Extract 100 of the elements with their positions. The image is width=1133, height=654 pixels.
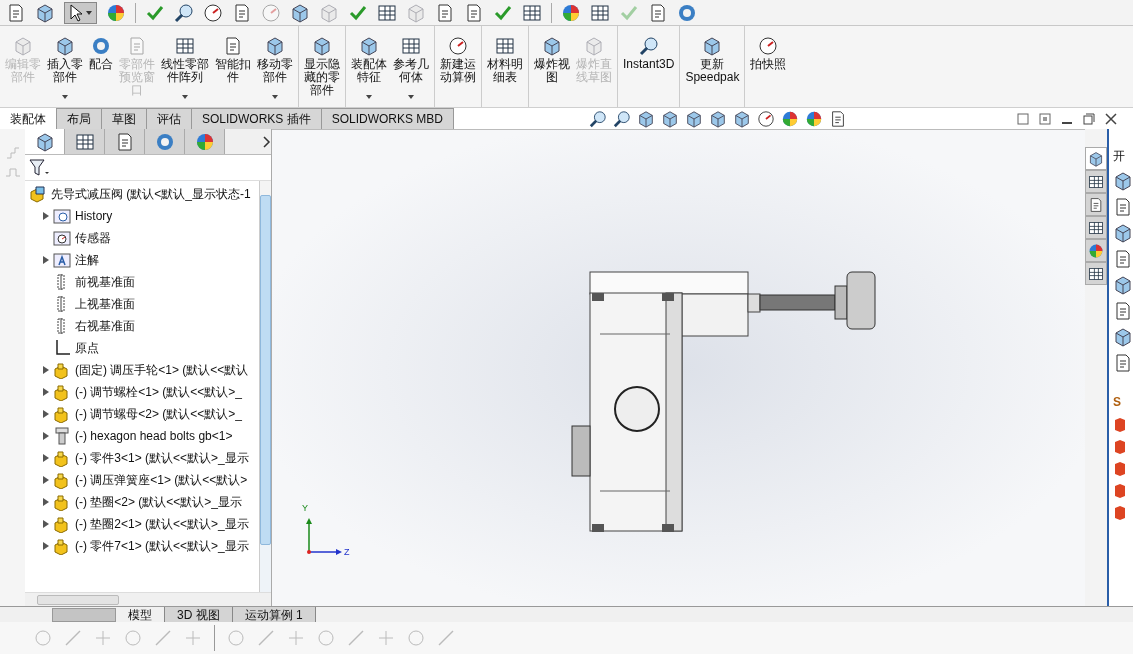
color-ball-icon[interactable] [106,2,126,23]
cube-icon[interactable] [637,109,655,128]
filter-icon[interactable] [29,158,49,177]
expand-arrow-icon[interactable] [43,388,49,396]
close-icon[interactable] [1105,112,1117,125]
tab-navigation-buttons[interactable] [52,607,116,622]
document-icon[interactable] [1113,353,1133,373]
command-button[interactable]: 装配体 特征 [348,26,390,107]
cube-icon[interactable] [290,2,310,23]
bottom-tab[interactable]: 运动算例 1 [232,607,316,622]
tree-item[interactable]: 注解 [75,251,99,269]
expand-arrow-icon[interactable] [43,432,49,440]
command-button[interactable]: 拍快照 [747,26,790,107]
command-button[interactable]: 线性零部 件阵列 [158,26,212,107]
document-icon[interactable] [1113,249,1133,269]
expand-arrow-icon[interactable] [43,410,49,418]
magnifier-icon[interactable] [589,109,607,128]
document-icon[interactable] [6,2,26,23]
cube-icon[interactable] [733,109,751,128]
expand-arrow-icon[interactable] [43,366,49,374]
restore-icon[interactable] [1017,112,1029,125]
ribbon-tab[interactable]: SOLIDWORKS 插件 [192,108,322,129]
document-icon[interactable] [1113,197,1133,217]
tree-item[interactable]: (-) 垫圈2<1> (默认<<默认>_显示 [75,515,249,533]
tree-item[interactable]: (-) hexagon head bolts gb<1> [75,427,233,445]
table-icon[interactable] [377,2,397,23]
panel-tab[interactable] [145,129,185,154]
tree-item[interactable]: (-) 零件3<1> (默认<<默认>_显示 [75,449,249,467]
horizontal-scrollbar[interactable] [25,592,271,606]
command-button[interactable]: 爆炸视 图 [531,26,573,107]
document-icon[interactable] [232,2,252,23]
tile-icon[interactable] [1039,112,1051,125]
cube-icon[interactable] [685,109,703,128]
vertical-scrollbar[interactable] [259,181,271,592]
tree-root-label[interactable]: 先导式减压阀 (默认<默认_显示状态-1 [51,185,251,203]
cube-icon[interactable] [1113,275,1133,295]
chevron-right-icon[interactable] [263,135,271,148]
cube-icon[interactable] [661,109,679,128]
panel-tab[interactable] [25,129,65,154]
tree-item[interactable]: 上视基准面 [75,295,135,313]
command-button[interactable]: 配合 [86,26,116,107]
command-button[interactable]: 显示隐 藏的零 部件 [301,26,343,107]
expand-arrow-icon[interactable] [43,454,49,462]
panel-tab[interactable] [65,129,105,154]
document-icon[interactable] [1113,301,1133,321]
document-icon[interactable] [435,2,455,23]
expand-arrow-icon[interactable] [43,212,49,220]
tree-item[interactable]: (固定) 调压手轮<1> (默认<<默认 [75,361,249,379]
tree-item[interactable]: 传感器 [75,229,111,247]
ring-icon[interactable] [677,2,697,23]
graphics-viewport[interactable]: Y Z [272,129,1085,606]
color-ball-icon[interactable] [805,109,823,128]
expand-arrow-icon[interactable] [43,256,49,264]
task-pane-tab[interactable] [1085,193,1107,216]
ribbon-tab[interactable]: 布局 [57,108,102,129]
expand-arrow-icon[interactable] [43,520,49,528]
tree-item[interactable]: 原点 [75,339,99,357]
maximize-icon[interactable] [1083,112,1095,125]
tree-item[interactable]: (-) 调压弹簧座<1> (默认<<默认> [75,471,248,489]
expand-arrow-icon[interactable] [43,498,49,506]
tree-item[interactable]: (-) 调节螺栓<1> (默认<<默认>_ [75,383,243,401]
cube-icon[interactable] [709,109,727,128]
command-button[interactable]: 插入零 部件 [44,26,86,107]
tree-item[interactable]: (-) 垫圈<2> (默认<<默认>_显示 [75,493,243,511]
gauge-icon[interactable] [203,2,223,23]
task-pane-tab[interactable] [1085,262,1107,285]
tree-item[interactable]: History [75,207,113,225]
cube-icon[interactable] [1113,223,1133,243]
panel-tab[interactable] [105,129,145,154]
task-pane-tab[interactable] [1085,216,1107,239]
gauge-icon[interactable] [757,109,775,128]
command-button[interactable]: 参考几 何体 [390,26,432,107]
command-button[interactable]: 新建运 动算例 [437,26,479,107]
document-icon[interactable] [829,109,847,128]
tree-item[interactable]: 前视基准面 [75,273,135,291]
cube-icon[interactable] [1113,327,1133,347]
ribbon-tab[interactable]: 草图 [102,108,147,129]
tree-item[interactable]: 右视基准面 [75,317,135,335]
expand-arrow-icon[interactable] [43,476,49,484]
color-ball-icon[interactable] [781,109,799,128]
command-button[interactable]: 移动零 部件 [254,26,296,107]
ribbon-tab[interactable]: SOLIDWORKS MBD [321,108,455,129]
cube-icon[interactable] [1113,171,1133,191]
command-button[interactable]: 材料明 细表 [484,26,526,107]
document-icon[interactable] [648,2,668,23]
cube-icon[interactable] [35,2,55,23]
magnifier-icon[interactable] [613,109,631,128]
task-pane-tab[interactable] [1085,170,1107,193]
command-button[interactable]: 智能扣 件 [212,26,254,107]
bottom-tab[interactable]: 3D 视图 [165,607,233,622]
magnifier-icon[interactable] [174,2,194,23]
tree-item[interactable]: (-) 调节螺母<2> (默认<<默认>_ [75,405,243,423]
command-button[interactable]: 更新 Speedpak [682,26,743,107]
tree-item[interactable]: (-) 零件7<1> (默认<<默认>_显示 [75,537,249,555]
document-icon[interactable] [464,2,484,23]
select-pointer-button[interactable] [64,1,97,24]
panel-tab[interactable] [185,129,225,154]
command-button[interactable]: Instant3D [620,26,678,107]
color-ball-icon[interactable] [561,2,581,23]
task-pane-tab[interactable] [1085,147,1107,170]
